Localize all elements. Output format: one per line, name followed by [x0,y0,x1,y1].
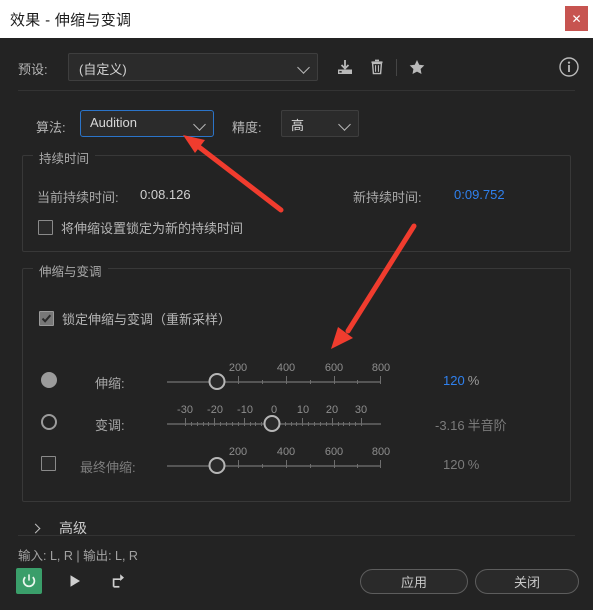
power-toggle-icon[interactable] [16,568,42,594]
final-stretch-value-number: 120 [443,457,465,472]
current-duration-value: 0:08.126 [140,187,191,202]
algorithm-label: 算法: [36,120,66,135]
lock-stretch-pitch-checkbox[interactable]: 锁定伸缩与变调（重新采样） [39,309,231,328]
divider-bottom [18,535,575,536]
slider-handle[interactable] [208,457,226,474]
checkbox-label: 将伸缩设置锁定为新的持续时间 [61,221,244,236]
new-duration-label: 新持续时间: [353,190,422,205]
chevron-down-icon [193,118,206,131]
slider-ticks [167,376,381,384]
tick-label: 20 [325,404,339,416]
tick-label: 800 [371,446,391,458]
io-status-text: 输入: L, R | 输出: L, R [18,549,138,563]
pitch-value-unit: 半音阶 [467,418,507,433]
preset-value: (自定义) [79,62,127,77]
tick-label: -30 [177,404,193,416]
play-icon[interactable] [67,573,83,589]
current-duration-label: 当前持续时间: [37,190,119,205]
pitch-value-number: -3.16 [435,418,465,433]
chevron-down-icon [338,118,351,131]
apply-button[interactable]: 应用 [360,569,468,594]
final-stretch-slider[interactable]: 200 400 600 800 [167,446,390,484]
tick-label: 200 [228,362,248,374]
lock-stretch-to-duration-checkbox[interactable]: 将伸缩设置锁定为新的持续时间 [38,218,243,237]
new-duration-value[interactable]: 0:09.752 [454,187,505,202]
duration-group-title: 持续时间 [33,148,96,167]
stretch-pitch-group: 伸缩与变调 锁定伸缩与变调（重新采样） 伸缩: 200 400 600 800 … [22,261,572,502]
tick-label: -20 [207,404,223,416]
tick-label: 600 [324,362,344,374]
chevron-down-icon [297,61,310,74]
final-stretch-row: 最终伸缩: 200 400 600 800 120 % [23,446,572,484]
pitch-radio[interactable] [41,414,57,430]
stretch-row: 伸缩: 200 400 600 800 120 % [23,362,572,400]
slider-tick-labels: 200 400 600 800 [167,362,390,376]
tick-label: 30 [354,404,368,416]
transport-controls [16,568,129,594]
tick-label: 400 [276,362,296,374]
final-stretch-value-unit: % [467,457,480,472]
window-title: 效果 - 伸缩与变调 [10,11,132,29]
tick-label: 800 [371,362,391,374]
export-icon[interactable] [111,572,129,590]
stretch-pitch-group-title: 伸缩与变调 [33,261,108,280]
stretch-label: 伸缩: [95,376,125,391]
pitch-value: -3.16 半音阶 [435,415,507,434]
tick-label: 600 [324,446,344,458]
checkbox-box [38,220,53,235]
slider-handle[interactable] [263,415,281,432]
stretch-value-number: 120 [443,373,465,388]
final-stretch-value: 120% [443,457,479,472]
stretch-value-unit: % [467,373,480,388]
delete-preset-icon[interactable] [365,55,389,79]
pitch-slider[interactable]: -30 -20 -10 0 10 20 30 [167,404,381,442]
stretch-radio[interactable] [41,372,57,388]
preset-label: 预设: [18,62,48,77]
precision-label: 精度: [232,120,262,135]
slider-handle[interactable] [208,373,226,390]
tick-label: 200 [228,446,248,458]
toolbar-divider [396,59,397,76]
preset-dropdown[interactable]: (自定义) [68,53,318,81]
final-stretch-label: 最终伸缩: [80,460,136,475]
tick-label: 10 [296,404,310,416]
info-icon[interactable] [556,54,582,80]
preset-row: 预设: (自定义) [0,51,593,85]
divider-top [18,90,575,91]
stretch-slider[interactable]: 200 400 600 800 [167,362,390,400]
checkbox-label: 锁定伸缩与变调（重新采样） [62,312,232,327]
pitch-row: 变调: -30 -20 -10 0 10 20 30 -3.16 半音阶 [23,404,572,442]
tick-label: 400 [276,446,296,458]
checkbox-box [39,311,54,326]
dialog-body: 预设: (自定义) 算法: Audition 精度: 高 持续时间 当前持续时间… [0,38,593,610]
final-stretch-checkbox[interactable] [41,456,56,471]
effect-dialog: 效果 - 伸缩与变调 ✕ 预设: (自定义) 算法: Audition 精度: … [0,0,593,610]
chevron-right-icon [30,523,41,533]
precision-value: 高 [291,118,305,133]
favorite-star-icon[interactable] [405,55,429,79]
close-button[interactable]: 关闭 [475,569,579,594]
tick-label: -10 [237,404,253,416]
pitch-label: 变调: [95,418,125,433]
title-bar: 效果 - 伸缩与变调 ✕ [0,0,593,38]
save-preset-icon[interactable] [333,55,357,79]
precision-select[interactable]: 高 [281,110,359,137]
window-close-button[interactable]: ✕ [565,6,588,31]
stretch-value: 120% [443,373,479,388]
slider-ticks [167,460,381,468]
slider-tick-labels: 200 400 600 800 [167,446,390,460]
duration-group: 持续时间 当前持续时间: 0:08.126 新持续时间: 0:09.752 将伸… [22,148,571,252]
algorithm-select[interactable]: Audition [80,110,214,137]
algorithm-value: Audition [90,115,137,130]
